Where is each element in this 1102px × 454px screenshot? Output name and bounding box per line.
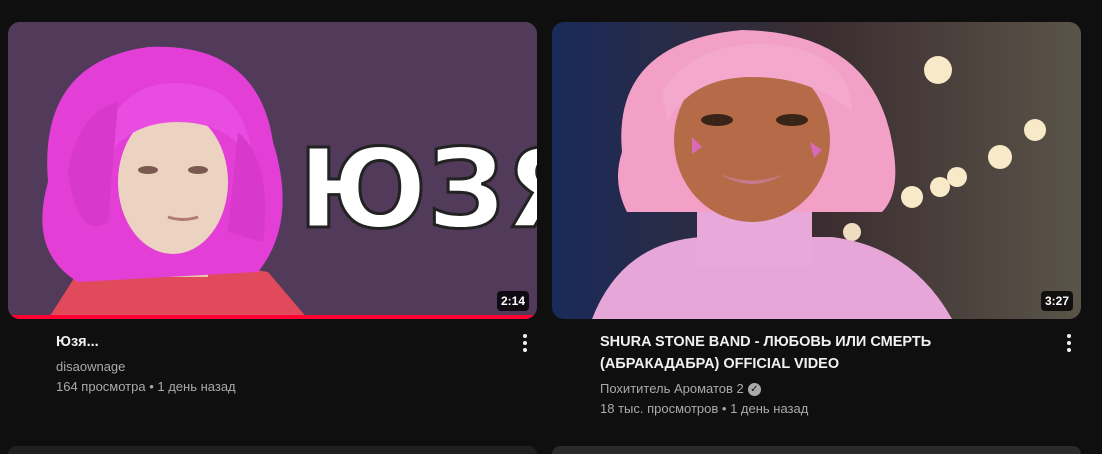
- next-video-thumbnail[interactable]: [552, 446, 1081, 454]
- channel-name[interactable]: disaownage: [56, 357, 497, 377]
- channel-name-text: Похититель Ароматов 2: [600, 381, 744, 396]
- video-title[interactable]: SHURA STONE BAND - ЛЮБОВЬ ИЛИ СМЕРТЬ (АБ…: [600, 331, 1041, 375]
- video-duration: 3:27: [1040, 291, 1073, 311]
- more-vert-icon[interactable]: [1057, 331, 1081, 355]
- thumbnail-text: ЮЗЯ...: [298, 125, 537, 253]
- video-thumbnail[interactable]: ЮЗЯ... 2:14: [8, 22, 537, 319]
- video-title[interactable]: Юзя...: [56, 331, 497, 353]
- video-duration: 2:14: [496, 291, 529, 311]
- verified-check-icon: ✓: [747, 382, 761, 396]
- video-stats: 18 тыс. просмотров • 1 день назад: [600, 401, 809, 416]
- channel-name[interactable]: Похититель Ароматов 2 ✓: [600, 379, 1041, 399]
- next-video-thumbnail[interactable]: [8, 446, 537, 454]
- video-card[interactable]: 3:27 SHURA STONE BAND - ЛЮБОВЬ ИЛИ СМЕРТ…: [552, 22, 1081, 419]
- video-card[interactable]: ЮЗЯ... 2:14 Юзя... disaownage 164 просмо…: [8, 22, 537, 397]
- thumbnail-image: ЮЗЯ...: [8, 22, 537, 319]
- thumbnail-image: [552, 22, 1081, 319]
- video-thumbnail[interactable]: 3:27: [552, 22, 1081, 319]
- video-stats: 164 просмотра • 1 день назад: [56, 379, 236, 394]
- video-details: Юзя... disaownage 164 просмотра • 1 день…: [8, 319, 537, 397]
- channel-name-text: disaownage: [56, 359, 126, 374]
- video-details: SHURA STONE BAND - ЛЮБОВЬ ИЛИ СМЕРТЬ (АБ…: [552, 319, 1081, 419]
- more-vert-icon[interactable]: [513, 331, 537, 355]
